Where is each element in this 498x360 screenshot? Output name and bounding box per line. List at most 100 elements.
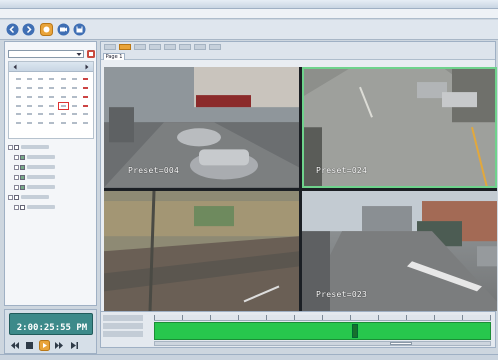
menu-item-3[interactable] bbox=[56, 11, 72, 16]
menu-item-1[interactable] bbox=[6, 11, 22, 16]
layout-16-button[interactable] bbox=[149, 44, 161, 50]
site-settings-icon[interactable] bbox=[86, 49, 96, 59]
tab-page-1[interactable]: Page 1 bbox=[103, 53, 125, 60]
tree-checkbox[interactable] bbox=[20, 154, 25, 160]
calendar-day[interactable] bbox=[69, 93, 80, 102]
tree-item[interactable] bbox=[8, 182, 94, 192]
tree-item[interactable] bbox=[8, 152, 94, 162]
calendar-day[interactable] bbox=[24, 119, 35, 128]
calendar-day[interactable] bbox=[13, 93, 24, 102]
layout-quad-button[interactable] bbox=[119, 44, 131, 50]
layout-single-button[interactable] bbox=[104, 44, 116, 50]
calendar-day[interactable] bbox=[58, 93, 69, 102]
tree-expand-icon[interactable] bbox=[8, 194, 13, 200]
calendar-day[interactable] bbox=[24, 75, 35, 84]
layout-9-button[interactable] bbox=[134, 44, 146, 50]
tree-checkbox[interactable] bbox=[20, 164, 25, 170]
site-selector[interactable] bbox=[8, 50, 84, 58]
calendar-day[interactable] bbox=[58, 119, 69, 128]
calendar-day[interactable] bbox=[46, 84, 57, 93]
forward-button[interactable] bbox=[22, 23, 35, 36]
calendar-prev-icon[interactable] bbox=[12, 64, 18, 70]
menu-item-4[interactable] bbox=[81, 11, 97, 16]
timeline-playhead[interactable] bbox=[352, 324, 358, 338]
calendar-day[interactable] bbox=[80, 119, 91, 128]
stop-button[interactable] bbox=[24, 340, 35, 351]
camera-view-4[interactable]: Preset=023 bbox=[302, 190, 497, 311]
camera-button[interactable] bbox=[57, 23, 70, 36]
calendar-day[interactable] bbox=[69, 119, 80, 128]
calendar-day[interactable] bbox=[69, 110, 80, 119]
record-button[interactable] bbox=[40, 23, 53, 36]
tree-expand-icon[interactable] bbox=[14, 164, 19, 170]
tree-expand-icon[interactable] bbox=[14, 204, 19, 210]
calendar-next-icon[interactable] bbox=[84, 64, 90, 70]
calendar-day[interactable] bbox=[24, 93, 35, 102]
calendar-day[interactable] bbox=[58, 75, 69, 84]
rewind-button[interactable] bbox=[9, 340, 20, 351]
save-button[interactable] bbox=[73, 23, 86, 36]
calendar-day[interactable] bbox=[24, 102, 35, 111]
calendar-day[interactable] bbox=[24, 110, 35, 119]
tree-checkbox[interactable] bbox=[20, 184, 25, 190]
calendar-day[interactable] bbox=[69, 84, 80, 93]
tree-expand-icon[interactable] bbox=[14, 184, 19, 190]
calendar-day[interactable] bbox=[35, 119, 46, 128]
calendar-day[interactable] bbox=[80, 84, 91, 93]
calendar-day[interactable] bbox=[57, 101, 69, 111]
calendar-day[interactable] bbox=[80, 75, 91, 84]
calendar-day[interactable] bbox=[13, 119, 24, 128]
camera-view-1[interactable]: Preset=004 bbox=[104, 67, 299, 188]
tree-item[interactable] bbox=[8, 142, 94, 152]
calendar-day[interactable] bbox=[13, 75, 24, 84]
calendar-day[interactable] bbox=[13, 110, 24, 119]
calendar-day[interactable] bbox=[69, 102, 80, 111]
play-button[interactable] bbox=[39, 340, 50, 351]
calendar-day[interactable] bbox=[69, 75, 80, 84]
tree-expand-icon[interactable] bbox=[8, 144, 13, 150]
calendar-day[interactable] bbox=[35, 102, 46, 111]
fullscreen-button[interactable] bbox=[194, 44, 206, 50]
calendar-day[interactable] bbox=[80, 110, 91, 119]
tree-expand-icon[interactable] bbox=[14, 154, 19, 160]
calendar-day[interactable] bbox=[46, 75, 57, 84]
calendar-day[interactable] bbox=[35, 110, 46, 119]
calendar-day[interactable] bbox=[46, 110, 57, 119]
tree-checkbox[interactable] bbox=[14, 194, 19, 200]
back-button[interactable] bbox=[6, 23, 19, 36]
timeline-recording-bar[interactable] bbox=[154, 322, 491, 340]
menu-item-5[interactable] bbox=[106, 11, 122, 16]
tree-checkbox[interactable] bbox=[14, 144, 19, 150]
tree-item[interactable] bbox=[8, 192, 94, 202]
menu-item-2[interactable] bbox=[31, 11, 47, 16]
settings-button[interactable] bbox=[209, 44, 221, 50]
zoom-button[interactable] bbox=[164, 44, 176, 50]
tree-expand-icon[interactable] bbox=[14, 174, 19, 180]
timeline-scrollbar[interactable] bbox=[154, 341, 491, 346]
calendar-day[interactable] bbox=[35, 93, 46, 102]
calendar-day[interactable] bbox=[13, 84, 24, 93]
tree-item[interactable] bbox=[8, 172, 94, 182]
calendar-day[interactable] bbox=[80, 102, 91, 111]
calendar-day[interactable] bbox=[46, 102, 57, 111]
tree-item[interactable] bbox=[8, 202, 94, 212]
calendar-day[interactable] bbox=[80, 93, 91, 102]
calendar-day[interactable] bbox=[13, 102, 24, 111]
step-button[interactable] bbox=[69, 340, 80, 351]
calendar-day[interactable] bbox=[35, 84, 46, 93]
calendar-day[interactable] bbox=[58, 84, 69, 93]
calendar-day[interactable] bbox=[46, 119, 57, 128]
snapshot-button[interactable] bbox=[179, 44, 191, 50]
camera-view-2[interactable]: Preset=024 bbox=[302, 67, 497, 188]
calendar-day[interactable] bbox=[35, 75, 46, 84]
timeline-scroll-thumb[interactable] bbox=[390, 342, 412, 345]
forward-play-button[interactable] bbox=[54, 340, 65, 351]
calendar-day[interactable] bbox=[46, 93, 57, 102]
tree-checkbox[interactable] bbox=[20, 204, 25, 210]
menu-item-6[interactable] bbox=[131, 11, 147, 16]
camera-view-3[interactable] bbox=[104, 190, 299, 311]
calendar-day[interactable] bbox=[58, 110, 69, 119]
tree-item[interactable] bbox=[8, 162, 94, 172]
tree-checkbox[interactable] bbox=[20, 174, 25, 180]
calendar-day[interactable] bbox=[24, 84, 35, 93]
